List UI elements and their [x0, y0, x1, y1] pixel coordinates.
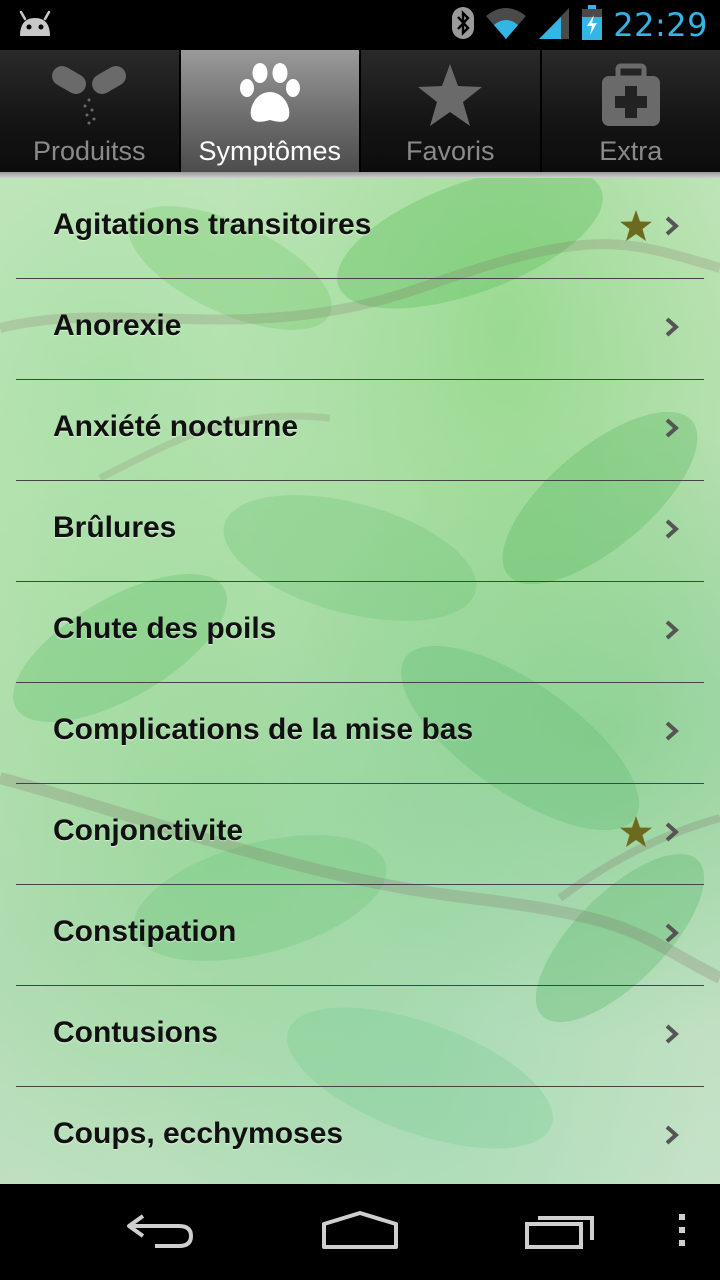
- battery-charging-icon: [581, 4, 603, 46]
- symptom-list: Agitations transitoires Anorexie Anxiété…: [0, 178, 720, 1184]
- chevron-right-icon: [664, 518, 680, 545]
- overflow-menu-button[interactable]: [660, 1184, 704, 1280]
- tab-bar: Produitss Symptômes Favoris Extra: [0, 50, 720, 172]
- recent-apps-button[interactable]: [500, 1184, 620, 1280]
- paw-icon: [235, 62, 305, 133]
- list-item[interactable]: Agitations transitoires: [0, 178, 720, 279]
- symptom-label: Anorexie: [53, 309, 182, 342]
- status-clock: 22:29: [613, 6, 708, 44]
- chevron-right-icon: [664, 1124, 680, 1151]
- symptom-label: Complications de la mise bas: [53, 713, 474, 746]
- navigation-bar: [0, 1184, 720, 1280]
- tab-favoris[interactable]: Favoris: [361, 50, 542, 172]
- symptom-list-container[interactable]: Agitations transitoires Anorexie Anxiété…: [0, 178, 720, 1184]
- tab-label: Symptômes: [198, 136, 342, 166]
- list-item[interactable]: Brûlures: [0, 481, 720, 582]
- tab-symptomes[interactable]: Symptômes: [180, 50, 361, 172]
- chevron-right-icon: [664, 215, 680, 242]
- list-item[interactable]: Complications de la mise bas: [0, 683, 720, 784]
- home-button[interactable]: [300, 1184, 420, 1280]
- symptom-label: Agitations transitoires: [53, 208, 372, 241]
- home-icon: [322, 1210, 398, 1255]
- list-item[interactable]: Constipation: [0, 885, 720, 986]
- list-item[interactable]: Contusions: [0, 986, 720, 1087]
- overflow-menu-icon: [677, 1212, 687, 1253]
- tab-label: Extra: [599, 136, 663, 166]
- chevron-right-icon: [664, 821, 680, 848]
- tab-produits[interactable]: Produitss: [0, 50, 181, 172]
- symptom-label: Contusions: [53, 1016, 218, 1049]
- android-icon: [16, 10, 54, 43]
- favorite-star-icon: [618, 209, 654, 248]
- chevron-right-icon: [664, 720, 680, 747]
- first-aid-kit-icon: [598, 62, 664, 133]
- list-item[interactable]: Anorexie: [0, 279, 720, 380]
- tab-extra[interactable]: Extra: [541, 50, 720, 172]
- chevron-right-icon: [664, 619, 680, 646]
- symptom-label: Brûlures: [53, 511, 177, 544]
- chevron-right-icon: [664, 1023, 680, 1050]
- symptom-label: Anxiété nocturne: [53, 410, 299, 443]
- recent-apps-icon: [524, 1210, 596, 1255]
- chevron-right-icon: [664, 417, 680, 444]
- status-bar: 22:29: [0, 0, 720, 50]
- chevron-right-icon: [664, 316, 680, 343]
- signal-icon: [537, 6, 571, 45]
- tab-label: Produitss: [32, 136, 146, 166]
- favorite-star-icon: [618, 815, 654, 854]
- symptom-label: Conjonctivite: [53, 814, 244, 847]
- back-button[interactable]: [100, 1184, 220, 1280]
- symptom-label: Chute des poils: [53, 612, 277, 645]
- wifi-icon: [485, 6, 527, 45]
- list-item[interactable]: Conjonctivite: [0, 784, 720, 885]
- list-item[interactable]: Chute des poils: [0, 582, 720, 683]
- chevron-right-icon: [664, 922, 680, 949]
- symptom-label: Constipation: [53, 915, 237, 948]
- list-item[interactable]: Anxiété nocturne: [0, 380, 720, 481]
- bluetooth-icon: [451, 6, 475, 45]
- symptom-label: Coups, ecchymoses: [53, 1117, 344, 1150]
- pills-icon: [49, 62, 129, 133]
- tab-label: Favoris: [405, 136, 495, 166]
- star-icon: [415, 62, 485, 133]
- list-item[interactable]: Coups, ecchymoses: [0, 1087, 720, 1184]
- back-icon: [125, 1210, 195, 1255]
